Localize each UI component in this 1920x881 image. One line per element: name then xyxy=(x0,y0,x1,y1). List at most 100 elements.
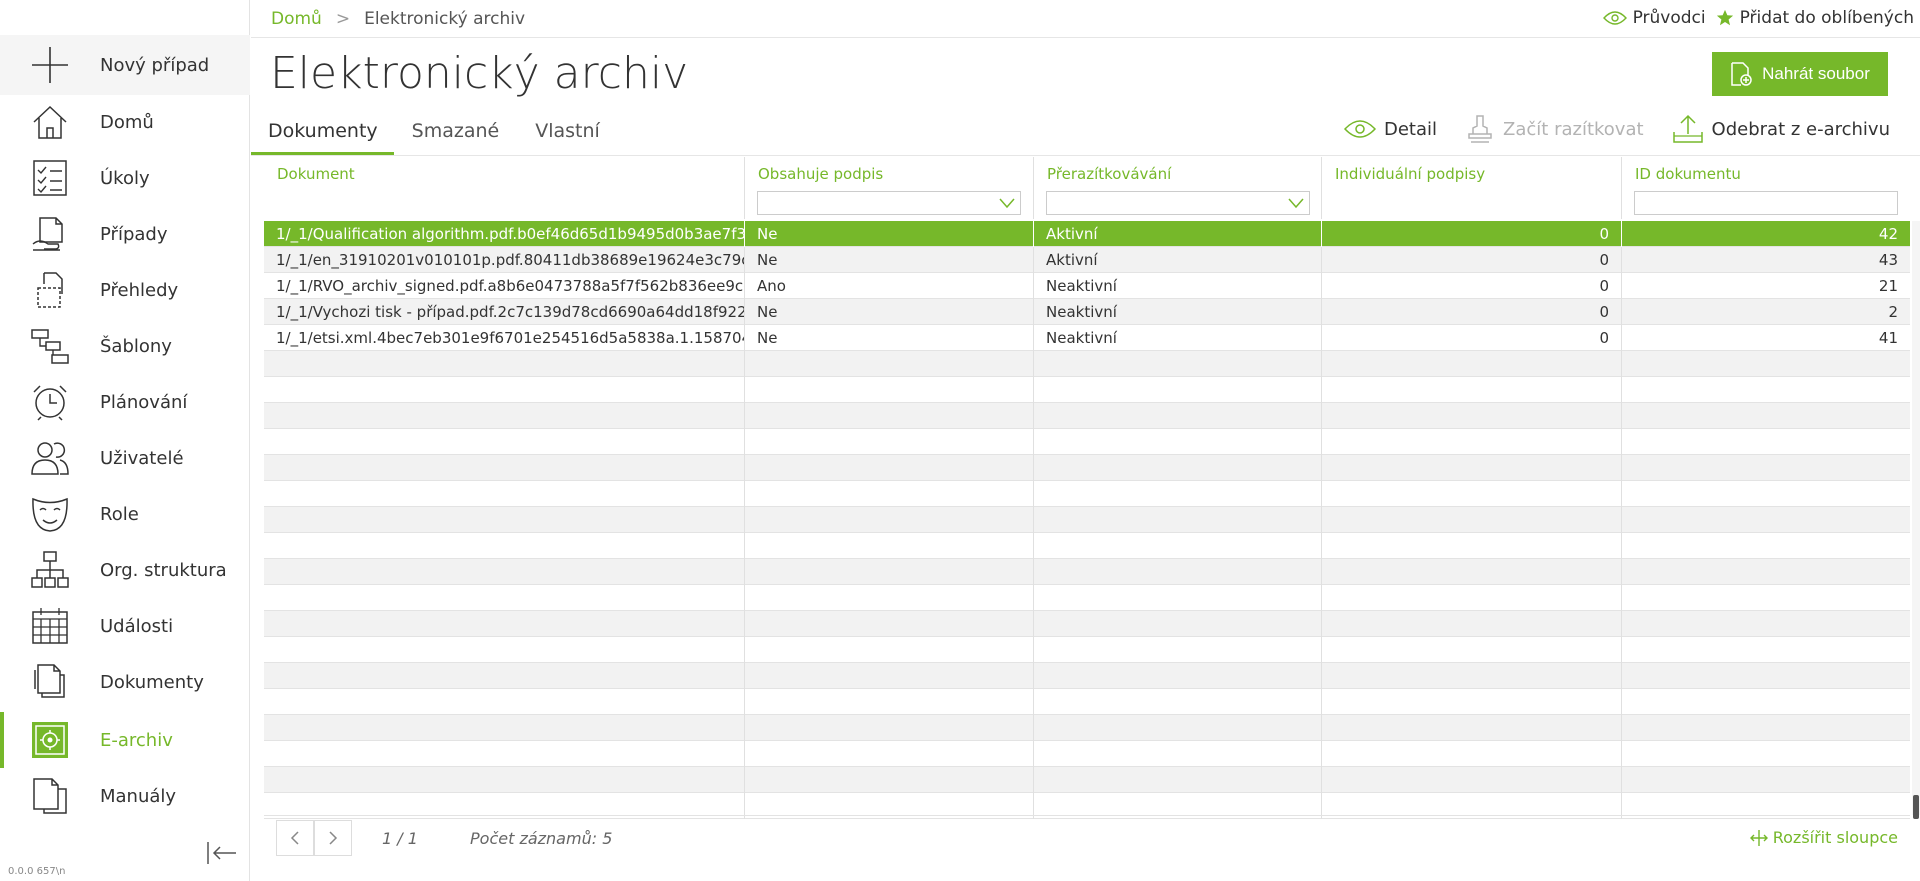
start-stamping-button[interactable]: Začít razítkovat xyxy=(1465,114,1644,144)
empty-table-row xyxy=(264,585,1910,611)
sidebar-item-e-archive[interactable]: E-archiv xyxy=(0,712,250,768)
sidebar-item-tasks[interactable]: Úkoly xyxy=(0,150,250,206)
sidebar-item-role[interactable]: Role xyxy=(0,486,250,542)
table-cell xyxy=(264,611,745,637)
sidebar-item-label: Šablony xyxy=(100,335,172,357)
table-cell xyxy=(1322,351,1622,377)
start-stamping-label: Začít razítkovat xyxy=(1503,118,1644,140)
table-cell xyxy=(1622,533,1910,559)
table-cell xyxy=(264,351,745,377)
top-actions: Průvodci Přidat do oblíbených xyxy=(1602,8,1914,28)
table-cell xyxy=(1322,481,1622,507)
mask-icon xyxy=(30,494,70,534)
table-cell xyxy=(745,611,1034,637)
grid-scrollbar-thumb[interactable] xyxy=(1913,795,1919,819)
sidebar-item-home[interactable]: Domů xyxy=(0,94,250,150)
column-header-document-id[interactable]: ID dokumentu xyxy=(1622,157,1910,219)
empty-table-row xyxy=(264,377,1910,403)
table-cell xyxy=(1322,507,1622,533)
table-cell xyxy=(264,507,745,533)
empty-table-row xyxy=(264,481,1910,507)
table-row[interactable]: 1/_1/en_31910201v010101p.pdf.80411db3868… xyxy=(264,247,1910,273)
templates-icon xyxy=(30,326,70,366)
previous-page-button[interactable] xyxy=(276,820,314,856)
tab-custom[interactable]: Vlastní xyxy=(517,112,618,156)
sidebar-item-label: Plánování xyxy=(100,391,188,413)
table-cell xyxy=(1322,403,1622,429)
sidebar-item-events[interactable]: Události xyxy=(0,598,250,654)
table-row[interactable]: 1/_1/Qualification algorithm.pdf.b0ef46d… xyxy=(264,221,1910,247)
toolbar: Detail Začít razítkovat Odebrat z e-arch… xyxy=(1344,114,1890,144)
checklist-icon xyxy=(30,158,70,198)
sidebar-item-org-structure[interactable]: Org. struktura xyxy=(0,542,250,598)
empty-table-row xyxy=(264,741,1910,767)
table-cell xyxy=(264,585,745,611)
plus-icon xyxy=(30,45,70,85)
column-header-restamping[interactable]: Přerazítkovávání xyxy=(1034,157,1322,219)
table-cell xyxy=(264,559,745,585)
table-cell xyxy=(264,637,745,663)
sidebar-item-cases[interactable]: Případy xyxy=(0,206,250,262)
breadcrumb-home-link[interactable]: Domů xyxy=(271,9,322,29)
collapse-sidebar-button[interactable] xyxy=(205,838,239,868)
upload-file-button[interactable]: Nahrát soubor xyxy=(1712,52,1888,96)
sidebar-item-planning[interactable]: Plánování xyxy=(0,374,250,430)
table-row[interactable]: 1/_1/etsi.xml.4bec7eb301e9f6701e254516d5… xyxy=(264,325,1910,351)
table-cell xyxy=(264,481,745,507)
guides-link[interactable]: Průvodci xyxy=(1602,8,1706,28)
table-cell xyxy=(1034,663,1322,689)
tab-documents[interactable]: Dokumenty xyxy=(251,112,394,156)
column-label: ID dokumentu xyxy=(1635,165,1741,183)
top-bar: Domů > Elektronický archiv Průvodci Přid… xyxy=(251,0,1920,38)
new-case-button[interactable]: Nový případ xyxy=(0,35,250,95)
add-file-icon xyxy=(1731,62,1752,86)
detail-label: Detail xyxy=(1384,118,1438,140)
table-row[interactable]: 1/_1/RVO_archiv_signed.pdf.a8b6e0473788a… xyxy=(264,273,1910,299)
remove-from-archive-button[interactable]: Odebrat z e-archivu xyxy=(1672,114,1890,144)
sidebar-item-users[interactable]: Uživatelé xyxy=(0,430,250,486)
expand-columns-button[interactable]: Rozšířit sloupce xyxy=(1749,828,1898,847)
table-cell xyxy=(264,429,745,455)
table-cell xyxy=(1034,585,1322,611)
grid-rows: 1/_1/Qualification algorithm.pdf.b0ef46d… xyxy=(264,221,1910,819)
table-cell xyxy=(1322,715,1622,741)
has-signature-filter-select[interactable] xyxy=(757,191,1021,215)
reports-icon xyxy=(30,270,70,310)
column-header-has-signature[interactable]: Obsahuje podpis xyxy=(745,157,1034,219)
table-cell xyxy=(264,767,745,793)
column-header-document[interactable]: Dokument xyxy=(264,157,745,219)
tab-deleted[interactable]: Smazané xyxy=(394,112,518,156)
column-header-individual-signatures[interactable]: Individuální podpisy xyxy=(1322,157,1622,219)
next-page-button[interactable] xyxy=(314,820,352,856)
table-cell xyxy=(745,351,1034,377)
table-cell xyxy=(264,741,745,767)
table-cell xyxy=(264,663,745,689)
grid-scrollbar[interactable] xyxy=(1912,221,1920,815)
chevron-left-icon xyxy=(290,831,299,845)
manuals-icon xyxy=(30,776,70,816)
sidebar-item-templates[interactable]: Šablony xyxy=(0,318,250,374)
add-favorite-link[interactable]: Přidat do oblíbených xyxy=(1716,8,1914,28)
table-cell xyxy=(1622,767,1910,793)
sidebar-item-documents[interactable]: Dokumenty xyxy=(0,654,250,710)
table-cell xyxy=(1322,559,1622,585)
sidebar-item-label: Uživatelé xyxy=(100,447,184,469)
sidebar-item-reports[interactable]: Přehledy xyxy=(0,262,250,318)
table-cell xyxy=(745,507,1034,533)
document-id-filter-input[interactable] xyxy=(1634,191,1898,215)
table-row[interactable]: 1/_1/Vychozi tisk - případ.pdf.2c7c139d7… xyxy=(264,299,1910,325)
star-icon xyxy=(1716,9,1733,26)
restamping-filter-select[interactable] xyxy=(1046,191,1310,215)
sidebar: Nový případ Domů Úkoly Případy Přehledy … xyxy=(0,0,250,881)
table-cell xyxy=(264,533,745,559)
breadcrumb-current: Elektronický archiv xyxy=(364,9,526,29)
table-cell: Neaktivní xyxy=(1034,299,1322,325)
empty-table-row xyxy=(264,351,1910,377)
table-cell xyxy=(1622,585,1910,611)
detail-button[interactable]: Detail xyxy=(1344,119,1437,140)
sidebar-item-manuals[interactable]: Manuály xyxy=(0,768,250,824)
table-cell: 41 xyxy=(1878,329,1898,347)
expand-columns-label: Rozšířit sloupce xyxy=(1772,828,1898,847)
table-cell xyxy=(1622,715,1910,741)
table-cell xyxy=(745,533,1034,559)
